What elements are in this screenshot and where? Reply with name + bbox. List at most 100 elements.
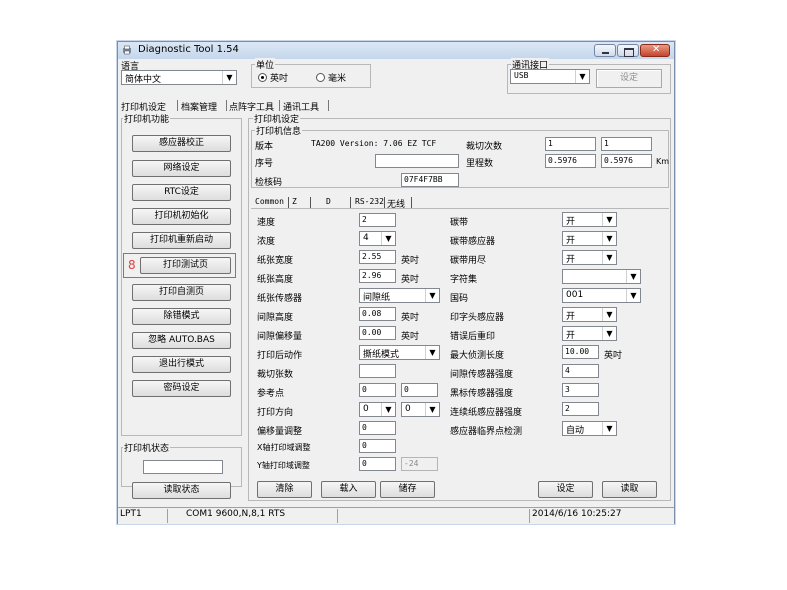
x-adjust-field[interactable]: 0 — [359, 439, 396, 453]
minimize-button[interactable] — [594, 44, 616, 57]
mirror-value: 0 — [405, 404, 411, 414]
load-button[interactable]: 载入 — [321, 481, 376, 498]
gap-intensity-label: 间隙传感器强度 — [450, 370, 514, 380]
serial-label: 序号 — [255, 159, 274, 169]
read-button[interactable]: 读取 — [602, 481, 657, 498]
cut-count-value-2: 1 — [604, 139, 609, 148]
chevron-down-icon: ▼ — [626, 289, 640, 302]
chevron-down-icon: ▼ — [602, 213, 616, 226]
y-adjust-field-2: -24 — [401, 457, 438, 471]
read-status-button[interactable]: 读取状态 — [132, 482, 231, 499]
save-button[interactable]: 储存 — [380, 481, 435, 498]
serial-field — [375, 154, 459, 168]
reprint-select[interactable]: 开 ▼ — [562, 326, 617, 341]
reference-y-value: 0 — [404, 385, 409, 394]
x-adjust-label: X轴打印域调整 — [257, 443, 311, 452]
print-direction-select[interactable]: 0 ▼ — [359, 402, 396, 417]
threshold-value: 自动 — [566, 426, 585, 436]
chevron-down-icon: ▼ — [381, 403, 395, 416]
tab-common[interactable]: Common — [255, 197, 284, 206]
status-serial: COM1 9600,N,8,1 RTS — [184, 509, 338, 523]
y-adjust-field[interactable]: 0 — [359, 457, 396, 471]
cut-pieces-label: 裁切张数 — [257, 370, 294, 380]
clear-button[interactable]: 清除 — [257, 481, 312, 498]
tab-d[interactable]: D — [326, 197, 331, 206]
sensor-calibration-button[interactable]: 感应器校正 — [132, 135, 231, 152]
ribbon-sensor-select[interactable]: 开 ▼ — [562, 231, 617, 246]
version-value: TA200 Version: 7.06 EZ TCF — [311, 139, 437, 148]
debug-mode-button[interactable]: 除错模式 — [132, 308, 231, 325]
paper-height-label: 纸张高度 — [257, 275, 294, 285]
density-select[interactable]: 4 ▼ — [359, 231, 396, 246]
language-select[interactable]: 简体中文 ▼ — [121, 70, 237, 85]
paper-width-field[interactable]: 2.55 — [359, 250, 396, 264]
paper-sensor-select[interactable]: 间隙纸 ▼ — [359, 288, 440, 303]
speed-field[interactable]: 2 — [359, 213, 396, 227]
comm-set-button[interactable]: 设定 — [596, 69, 662, 88]
tab-z[interactable]: Z — [292, 197, 297, 206]
ribbon-sensor-value: 开 — [566, 236, 576, 246]
gap-offset-field[interactable]: 0.00 — [359, 326, 396, 340]
unit-mm-radio[interactable] — [316, 73, 325, 82]
continuous-intensity-value: 2 — [565, 404, 570, 413]
reference-y-field[interactable]: 0 — [401, 383, 438, 397]
status-port: LPT1 — [118, 509, 168, 523]
print-test-page-button[interactable]: 打印测试页 — [140, 257, 231, 274]
cut-pieces-field[interactable] — [359, 364, 396, 378]
print-direction-value: 0 — [363, 404, 369, 414]
mileage-label: 里程数 — [466, 159, 494, 169]
close-button[interactable]: ✕ — [640, 44, 670, 57]
ribbon-label: 碳带 — [450, 218, 469, 228]
codepage-value: 001 — [566, 290, 584, 300]
network-settings-button[interactable]: 网络设定 — [132, 160, 231, 177]
printer-app-icon — [123, 45, 131, 55]
tab-file-manager[interactable]: 档案管理 — [181, 100, 217, 113]
density-value: 4 — [363, 233, 369, 243]
bline-intensity-field[interactable]: 3 — [562, 383, 599, 397]
mileage-unit: Km — [656, 157, 670, 166]
gap-offset-label: 间隙偏移量 — [257, 332, 303, 342]
y-adjust-value: 0 — [362, 459, 367, 468]
mirror-select[interactable]: 0 ▼ — [401, 402, 440, 417]
chevron-down-icon: ▼ — [425, 346, 439, 359]
bline-intensity-label: 黑标传感器强度 — [450, 389, 514, 399]
chevron-down-icon: ▼ — [602, 422, 616, 435]
password-settings-button[interactable]: 密码设定 — [132, 380, 231, 397]
paper-sensor-label: 纸张传感器 — [257, 294, 303, 304]
mileage-value-1: 0.5976 — [548, 156, 577, 165]
ribbon-end-select[interactable]: 开 ▼ — [562, 250, 617, 265]
shift-adjust-field[interactable]: 0 — [359, 421, 396, 435]
unit-inch-radio[interactable] — [258, 73, 267, 82]
threshold-select[interactable]: 自动 ▼ — [562, 421, 617, 436]
printer-init-button[interactable]: 打印机初始化 — [132, 208, 231, 225]
maximize-button[interactable] — [617, 44, 639, 57]
printer-status-field — [143, 460, 223, 474]
gap-height-field[interactable]: 0.08 — [359, 307, 396, 321]
head-sensor-select[interactable]: 开 ▼ — [562, 307, 617, 322]
paper-height-field[interactable]: 2.96 — [359, 269, 396, 283]
max-length-field[interactable]: 10.00 — [562, 345, 599, 359]
ribbon-select[interactable]: 开 ▼ — [562, 212, 617, 227]
exit-line-mode-button[interactable]: 退出行模式 — [132, 356, 231, 373]
comm-select[interactable]: USB ▼ — [510, 69, 590, 84]
threshold-label: 感应器临界点检测 — [450, 427, 523, 437]
chevron-down-icon: ▼ — [425, 289, 439, 302]
charset-select[interactable]: ▼ — [562, 269, 641, 284]
gap-intensity-field[interactable]: 4 — [562, 364, 599, 378]
continuous-intensity-field[interactable]: 2 — [562, 402, 599, 416]
set-button[interactable]: 设定 — [538, 481, 593, 498]
unit-inch-label: 英吋 — [270, 74, 289, 84]
tab-rs232[interactable]: RS-232 — [355, 197, 384, 206]
shift-adjust-label: 偏移量调整 — [257, 427, 303, 437]
print-self-test-button[interactable]: 打印自测页 — [132, 284, 231, 301]
paper-width-unit: 英吋 — [401, 256, 420, 266]
printer-restart-button[interactable]: 打印机重新启动 — [132, 232, 231, 249]
chevron-down-icon: ▼ — [626, 270, 640, 283]
ignore-autobas-button[interactable]: 忽略 AUTO.BAS — [132, 332, 231, 349]
tab-divider — [328, 100, 329, 111]
reference-x-field[interactable]: 0 — [359, 383, 396, 397]
codepage-select[interactable]: 001 ▼ — [562, 288, 641, 303]
post-print-action-select[interactable]: 撕纸模式 ▼ — [359, 345, 440, 360]
tab-divider — [310, 197, 311, 208]
rtc-settings-button[interactable]: RTC设定 — [132, 184, 231, 201]
